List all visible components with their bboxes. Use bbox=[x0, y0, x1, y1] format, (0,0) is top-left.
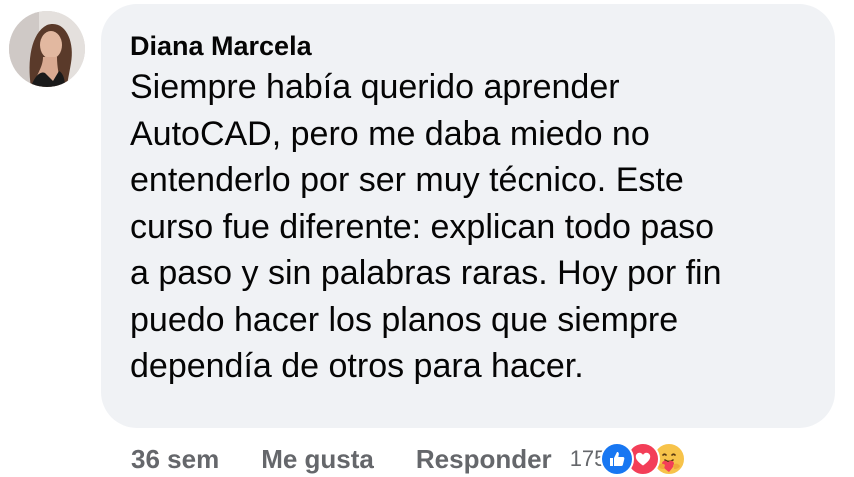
comment-text: Siempre había querido aprender AutoCAD, … bbox=[130, 68, 722, 385]
avatar-photo bbox=[9, 11, 85, 87]
comment-bubble: Diana Marcela Siempre había querido apre… bbox=[101, 4, 835, 428]
reactions-summary[interactable]: 175 bbox=[570, 442, 687, 476]
comment-author[interactable]: Diana Marcela bbox=[130, 28, 805, 64]
comment-thread: Diana Marcela Siempre había querido apre… bbox=[0, 0, 854, 477]
reply-button[interactable]: Responder bbox=[416, 444, 552, 475]
like-icon bbox=[600, 442, 635, 476]
avatar[interactable] bbox=[9, 11, 85, 87]
comment-timestamp[interactable]: 36 sem bbox=[131, 444, 219, 475]
like-button[interactable]: Me gusta bbox=[261, 444, 374, 475]
comment-actions: 36 sem Me gusta Responder 175 bbox=[131, 441, 687, 477]
